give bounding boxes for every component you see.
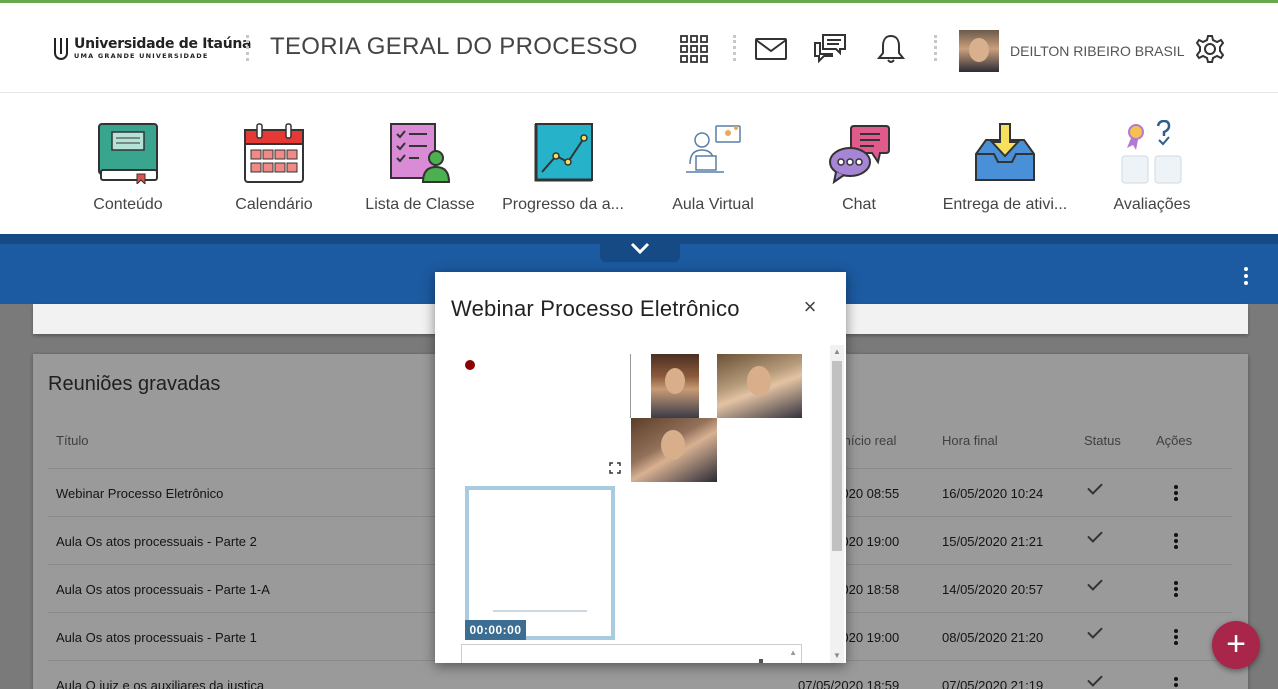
avatar[interactable] [959, 30, 999, 72]
modal-title: Webinar Processo Eletrônico [451, 296, 740, 321]
row-actions-icon[interactable] [1174, 533, 1178, 549]
presentation-thumbnail[interactable] [465, 486, 615, 640]
tool-label: Lista de Classe [365, 196, 475, 213]
row-end: 16/05/2020 10:24 [942, 486, 1044, 501]
user-name[interactable]: DEILTON RIBEIRO BRASIL [1010, 43, 1185, 59]
logo-name: Universidade de Itaúna [74, 36, 252, 52]
row-title[interactable]: Aula Os atos processuais - Parte 1-A [56, 582, 270, 597]
assessment-icon [1119, 120, 1185, 186]
recording-player: 00:00:00 ▲ [450, 352, 830, 663]
university-logo[interactable]: Universidade de Itaúna UMA GRANDE UNIVER… [54, 37, 251, 60]
header-divider [733, 35, 736, 61]
status-check-icon [1087, 671, 1103, 687]
chat-icon [826, 120, 892, 186]
tool-conteudo[interactable]: Conteúdo [58, 120, 198, 214]
virtual-class-icon [680, 120, 746, 186]
scroll-up-icon[interactable]: ▲ [833, 347, 841, 357]
row-title[interactable]: Aula Os atos processuais - Parte 1 [56, 630, 257, 645]
row-end: 15/05/2020 21:21 [942, 534, 1044, 549]
row-end: 07/05/2020 21:19 [942, 678, 1044, 689]
status-check-icon [1087, 479, 1103, 495]
tool-lista-de-classe[interactable]: Lista de Classe [350, 120, 490, 214]
tool-label: Progresso da a... [502, 196, 624, 213]
status-check-icon [1087, 575, 1103, 591]
fullscreen-icon[interactable] [609, 461, 621, 474]
recording-modal: Webinar Processo Eletrônico × 00:00:00 ▲… [435, 272, 846, 663]
tool-launcher-bar: Conteúdo Calendário Lista de Classe Prog… [0, 94, 1278, 234]
playback-timer: 00:00:00 [465, 620, 526, 640]
participant-video[interactable] [717, 354, 802, 418]
column-header-actions: Ações [1156, 433, 1193, 448]
column-header-title[interactable]: Título [56, 433, 89, 448]
chat-bubbles-icon[interactable] [814, 33, 846, 65]
tool-label: Avaliações [1113, 196, 1191, 213]
tool-entrega-de-atividades[interactable]: Entrega de ativi... [935, 120, 1075, 214]
status-check-icon [1087, 527, 1103, 543]
close-icon[interactable]: × [799, 296, 821, 318]
column-header-start[interactable]: Início real [840, 433, 896, 448]
gear-icon[interactable] [1194, 33, 1226, 65]
scrollbar-thumb[interactable] [832, 361, 842, 551]
row-actions-icon[interactable] [1174, 677, 1178, 689]
chevron-down-icon [630, 242, 650, 254]
logo-mark-icon [54, 37, 68, 60]
progress-chart-icon [530, 120, 596, 186]
logo-tagline: UMA GRANDE UNIVERSIDADE [74, 52, 209, 60]
tool-label: Calendário [235, 196, 313, 213]
tool-label: Aula Virtual [672, 196, 754, 213]
row-actions-icon[interactable] [1174, 629, 1178, 645]
tool-progresso[interactable]: Progresso da a... [493, 120, 633, 214]
row-title[interactable]: Aula Os atos processuais - Parte 2 [56, 534, 257, 549]
header-divider [934, 35, 937, 61]
resize-handle[interactable] [759, 659, 763, 663]
participant-video[interactable] [651, 354, 699, 418]
apps-grid-icon[interactable] [678, 33, 710, 65]
recordings-title: Reuniões gravadas [48, 373, 221, 395]
course-title: TEORIA GERAL DO PROCESSO [270, 33, 638, 60]
row-start: 07/05/2020 18:59 [798, 678, 900, 689]
inbox-download-icon [972, 120, 1038, 186]
tool-aula-virtual[interactable]: Aula Virtual [643, 120, 783, 214]
presentation-slide-text-line [493, 610, 587, 612]
tool-calendario[interactable]: Calendário [204, 120, 344, 214]
calendar-icon [241, 120, 307, 186]
row-end: 08/05/2020 21:20 [942, 630, 1044, 645]
row-actions-icon[interactable] [1174, 581, 1178, 597]
class-list-icon [387, 120, 453, 186]
header-divider [246, 35, 249, 61]
row-title[interactable]: Aula O juiz e os auxiliares da justiça [56, 678, 264, 689]
banner-menu-icon[interactable] [1238, 264, 1254, 288]
app-header: Universidade de Itaúna UMA GRANDE UNIVER… [0, 3, 1278, 93]
participant-video[interactable] [631, 418, 717, 482]
recording-indicator-icon [465, 360, 475, 370]
row-end: 14/05/2020 20:57 [942, 582, 1044, 597]
bell-icon[interactable] [875, 33, 907, 65]
book-icon [95, 120, 161, 186]
row-title[interactable]: Webinar Processo Eletrônico [56, 486, 223, 501]
modal-scrollbar[interactable]: ▲ ▼ [830, 345, 844, 663]
mail-icon[interactable] [755, 33, 787, 65]
row-actions-icon[interactable] [1174, 485, 1178, 501]
collapse-toolbar-button[interactable] [600, 234, 680, 262]
scroll-down-icon[interactable]: ▼ [833, 651, 841, 661]
tool-chat[interactable]: Chat [789, 120, 929, 214]
status-check-icon [1087, 623, 1103, 639]
add-button[interactable]: + [1212, 621, 1260, 669]
table-row[interactable]: Aula O juiz e os auxiliares da justiça 0… [48, 660, 1232, 689]
scroll-up-icon[interactable]: ▲ [789, 648, 797, 657]
tool-label: Entrega de ativi... [942, 196, 1068, 213]
tool-label: Chat [842, 196, 876, 213]
chat-transcript-box[interactable]: ▲ [461, 644, 802, 663]
column-header-end[interactable]: Hora final [942, 433, 998, 448]
column-header-status: Status [1084, 433, 1121, 448]
tool-avaliacoes[interactable]: Avaliações [1082, 120, 1222, 214]
video-divider [630, 354, 631, 418]
tool-label: Conteúdo [93, 196, 163, 213]
